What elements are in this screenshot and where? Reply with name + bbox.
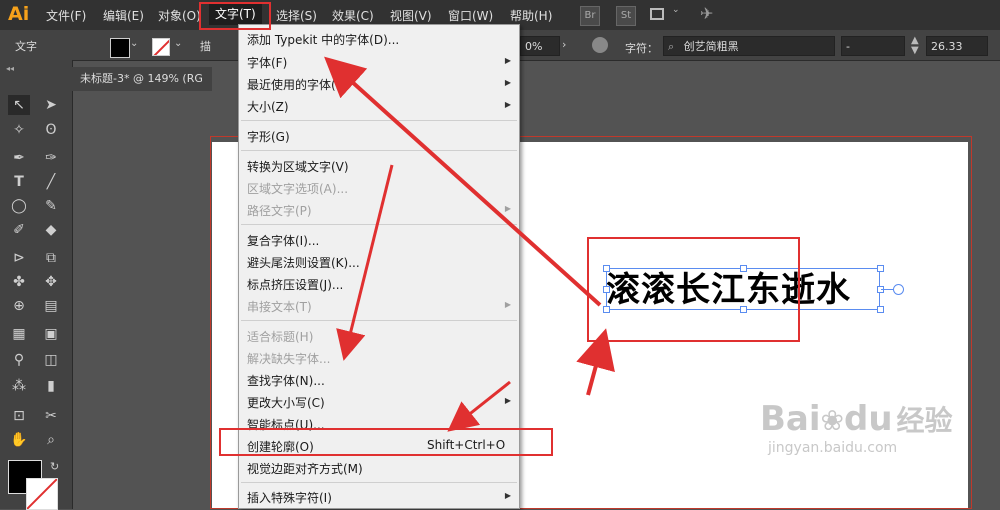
annotation-arrow (576, 328, 615, 396)
watermark-url: jingyan.baidu.com (768, 440, 898, 456)
annotation-arrow (336, 164, 394, 361)
annotation-arrow (324, 56, 602, 307)
watermark-logo: Bai❀du 经验 (760, 400, 953, 440)
watermark: Bai❀du 经验 jingyan.baidu.com (760, 400, 953, 456)
paw-icon: ❀ (820, 404, 844, 437)
watermark-cn: 经验 (896, 404, 953, 437)
watermark-brand: Bai (760, 399, 821, 439)
watermark-brand-suffix: du (843, 399, 893, 439)
annotation-arrow (447, 380, 511, 432)
